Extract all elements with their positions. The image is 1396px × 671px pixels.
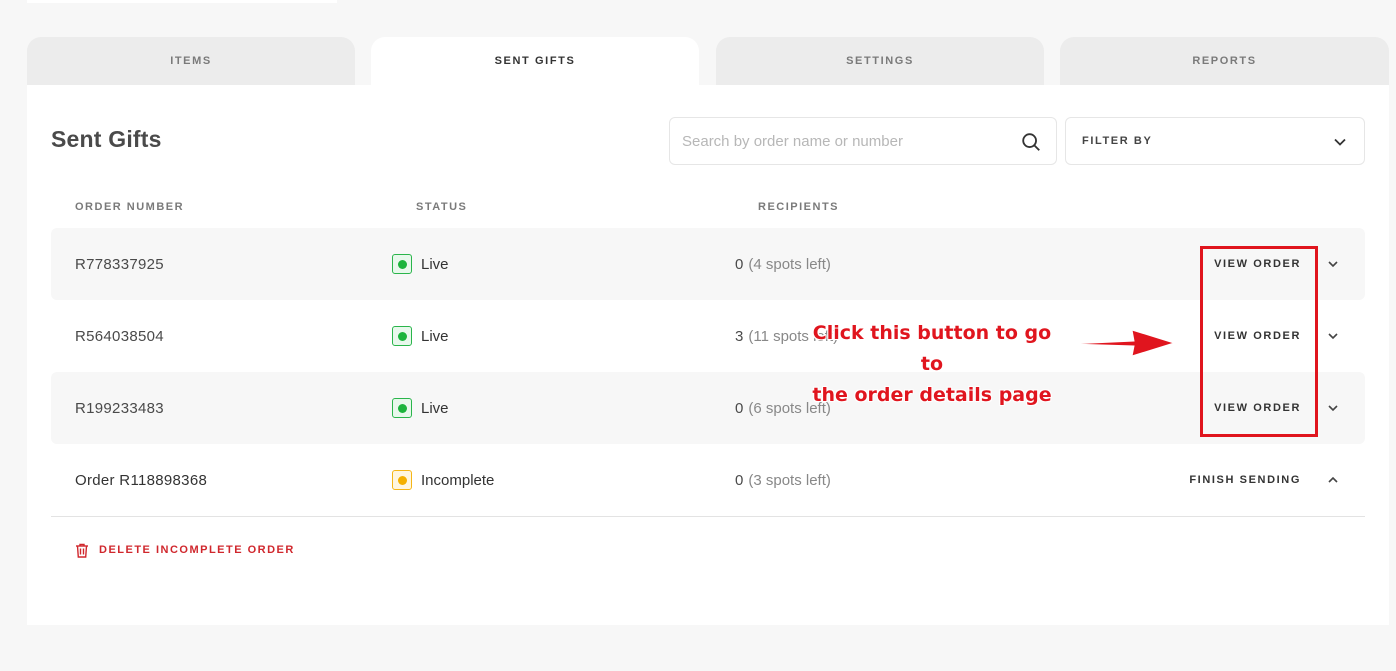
annotation-line: the order details page <box>812 384 1052 406</box>
delete-label: DELETE INCOMPLETE ORDER <box>99 544 295 556</box>
status-label: Incomplete <box>421 471 495 489</box>
column-header-status: STATUS <box>416 201 468 213</box>
status-cell: Live <box>392 372 449 444</box>
order-number: R564038504 <box>75 327 164 345</box>
status-label: Live <box>421 399 449 417</box>
order-number: R778337925 <box>75 255 164 273</box>
top-strip <box>27 0 337 3</box>
chevron-down-icon[interactable] <box>1325 256 1341 272</box>
recipients-cell: 0 (3 spots left) <box>735 444 831 516</box>
page-title: Sent Gifts <box>51 126 162 152</box>
search-icon[interactable] <box>1020 131 1042 153</box>
tab-settings[interactable]: SETTINGS <box>716 37 1044 85</box>
status-label: Live <box>421 255 449 273</box>
trash-icon <box>76 543 88 558</box>
chevron-down-icon <box>1334 138 1346 146</box>
divider <box>51 516 1365 517</box>
annotation-line: Click this button to go to <box>812 322 1052 375</box>
recipients-count: 3 <box>735 327 744 345</box>
spots-left: (4 spots left) <box>748 255 831 273</box>
table-row: R778337925 Live 0 (4 spots left) VIEW OR… <box>51 228 1365 300</box>
chevron-down-icon[interactable] <box>1325 328 1341 344</box>
filter-dropdown[interactable]: FILTER BY <box>1065 117 1365 165</box>
status-label: Live <box>421 327 449 345</box>
order-number: R199233483 <box>75 399 164 417</box>
spots-left: (3 spots left) <box>748 471 831 489</box>
recipients-count: 0 <box>735 255 744 273</box>
status-cell: Incomplete <box>392 444 494 516</box>
status-cell: Live <box>392 300 449 372</box>
tab-reports[interactable]: REPORTS <box>1060 37 1389 85</box>
table-row: Order R118898368 Incomplete 0 (3 spots l… <box>51 444 1365 516</box>
order-number: Order R118898368 <box>75 471 208 489</box>
annotation-highlight-box <box>1200 246 1318 437</box>
tab-items[interactable]: ITEMS <box>27 37 355 85</box>
delete-incomplete-order-button[interactable]: DELETE INCOMPLETE ORDER <box>75 541 295 559</box>
incomplete-status-icon <box>392 470 412 490</box>
chevron-down-icon[interactable] <box>1325 400 1341 416</box>
live-status-icon <box>392 398 412 418</box>
annotation-arrow-icon <box>1069 329 1176 357</box>
sent-gifts-panel: Sent Gifts FILTER BY ORDER NUMBER STATUS… <box>27 85 1389 625</box>
filter-label: FILTER BY <box>1082 135 1153 147</box>
column-header-recipients: RECIPIENTS <box>758 201 840 213</box>
search-box <box>669 117 1057 165</box>
table-row: R199233483 Live 0 (6 spots left) VIEW OR… <box>51 372 1365 444</box>
column-header-order-number: ORDER NUMBER <box>75 201 185 213</box>
recipients-count: 0 <box>735 399 744 417</box>
tab-sent-gifts[interactable]: SENT GIFTS <box>371 37 699 85</box>
recipients-count: 0 <box>735 471 744 489</box>
recipients-cell: 0 (4 spots left) <box>735 228 831 300</box>
live-status-icon <box>392 254 412 274</box>
finish-sending-button[interactable]: FINISH SENDING <box>1189 444 1301 516</box>
chevron-up-icon[interactable] <box>1325 472 1341 488</box>
annotation-callout: Click this button to go to the order det… <box>800 318 1064 411</box>
search-input[interactable] <box>682 132 1002 150</box>
status-cell: Live <box>392 228 449 300</box>
live-status-icon <box>392 326 412 346</box>
tab-bar: ITEMS SENT GIFTS SETTINGS REPORTS <box>27 37 1389 85</box>
